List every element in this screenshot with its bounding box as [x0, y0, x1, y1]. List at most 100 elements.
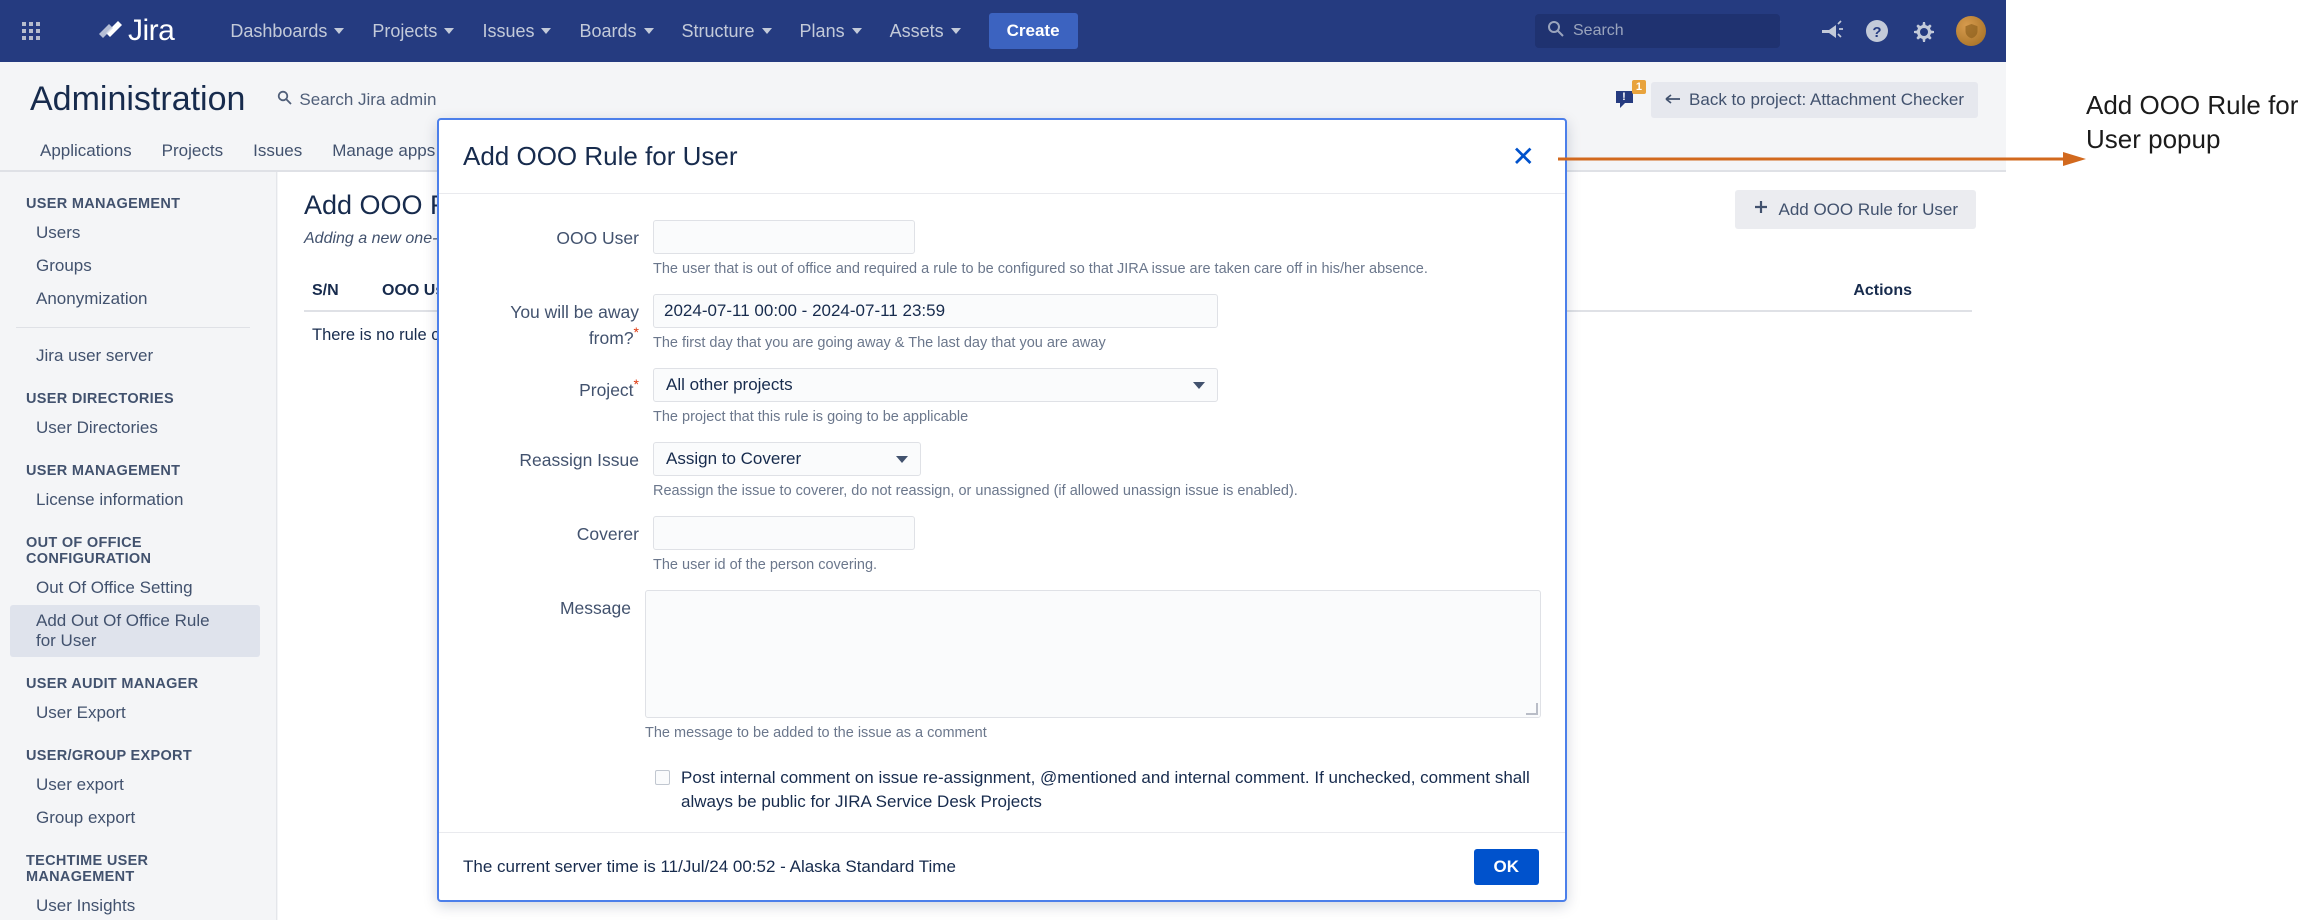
top-nav-items: Dashboards Projects Issues Boards Struct…	[216, 13, 1077, 50]
search-placeholder: Search	[1573, 22, 1624, 40]
settings-gear-icon[interactable]	[1902, 10, 1944, 52]
chevron-down-icon	[896, 456, 908, 463]
sidebar-item-add-out-of-office-rule-for-user[interactable]: Add Out Of Office Rule for User	[10, 605, 260, 657]
jira-logo[interactable]: Jira	[96, 14, 174, 48]
nav-item-assets[interactable]: Assets	[876, 13, 975, 50]
field-row-message: Message The message to be added to the i…	[463, 590, 1541, 754]
sidebar-heading-user-audit-manager: USER AUDIT MANAGER	[0, 670, 276, 696]
sidebar-heading-user-management: USER MANAGEMENT	[0, 190, 276, 216]
field-row-internal-comment: Post internal comment on issue re-assign…	[463, 766, 1541, 814]
nav-item-dashboards[interactable]: Dashboards	[216, 13, 358, 50]
dialog-title: Add OOO Rule for User	[463, 141, 738, 172]
sidebar-divider	[16, 327, 250, 328]
sidebar-item-user-export[interactable]: User export	[10, 769, 260, 801]
tab-applications[interactable]: Applications	[26, 135, 146, 170]
admin-search-link[interactable]: Search Jira admin	[277, 90, 436, 110]
back-to-project-button[interactable]: Back to project: Attachment Checker	[1651, 82, 1978, 118]
chevron-down-icon	[1193, 382, 1205, 389]
nav-label: Dashboards	[230, 21, 327, 42]
field-row-coverer: Coverer The user id of the person coveri…	[463, 516, 1541, 586]
away-from-date-input[interactable]: 2024-07-11 00:00 - 2024-07-11 23:59	[653, 294, 1218, 328]
sidebar-item-groups[interactable]: Groups	[10, 250, 260, 282]
ok-button[interactable]: OK	[1474, 849, 1540, 885]
nav-item-issues[interactable]: Issues	[468, 13, 565, 50]
field-control-ooo-user: The user that is out of office and requi…	[653, 220, 1541, 290]
label-coverer: Coverer	[463, 516, 653, 586]
sidebar-heading-out-of-office-configuration: OUT OF OFFICE CONFIGURATION	[0, 529, 276, 571]
notification-icon[interactable]: ! 1	[1613, 86, 1641, 114]
jira-app-window: Jira Dashboards Projects Issues Boards S…	[0, 0, 2006, 920]
annotation-text: Add OOO Rule for User popup	[2086, 88, 2301, 157]
chevron-down-icon	[444, 28, 454, 34]
internal-comment-checkbox[interactable]	[655, 770, 670, 785]
back-to-project-label: Back to project: Attachment Checker	[1689, 90, 1964, 110]
notification-badge: 1	[1632, 80, 1646, 94]
sidebar-item-user-insights[interactable]: User Insights	[10, 890, 260, 920]
nav-item-projects[interactable]: Projects	[358, 13, 468, 50]
dialog-body: OOO User The user that is out of office …	[439, 194, 1565, 832]
search-input[interactable]: Search	[1535, 14, 1780, 48]
nav-item-plans[interactable]: Plans	[786, 13, 876, 50]
coverer-input[interactable]	[653, 516, 915, 550]
nav-item-boards[interactable]: Boards	[565, 13, 667, 50]
field-row-ooo-user: OOO User The user that is out of office …	[463, 220, 1541, 290]
label-message: Message	[463, 590, 645, 754]
sidebar-spacer	[0, 835, 276, 847]
sidebar-item-out-of-office-setting[interactable]: Out Of Office Setting	[10, 572, 260, 604]
sidebar-item-group-export[interactable]: Group export	[10, 802, 260, 834]
sidebar-item-user-directories[interactable]: User Directories	[10, 412, 260, 444]
avatar[interactable]	[1956, 16, 1986, 46]
sidebar-item-users[interactable]: Users	[10, 217, 260, 249]
top-nav-right-group: Search ?	[1535, 10, 2006, 52]
top-navigation-bar: Jira Dashboards Projects Issues Boards S…	[0, 0, 2006, 62]
column-actions: Actions	[1504, 272, 1972, 311]
nav-item-structure[interactable]: Structure	[668, 13, 786, 50]
nav-label: Assets	[890, 21, 944, 42]
help-coverer: The user id of the person covering.	[653, 557, 1541, 573]
close-icon[interactable]: ✕	[1512, 143, 1535, 171]
chevron-down-icon	[644, 28, 654, 34]
nav-label: Boards	[579, 21, 636, 42]
page-title: Administration	[30, 80, 245, 119]
field-row-project: Project* All other projects The project …	[463, 368, 1541, 438]
tab-projects[interactable]: Projects	[148, 135, 237, 170]
project-select[interactable]: All other projects	[653, 368, 1218, 402]
sidebar-spacer	[0, 658, 276, 670]
help-icon[interactable]: ?	[1856, 10, 1898, 52]
sidebar-spacer	[0, 517, 276, 529]
field-control-away-from: 2024-07-11 00:00 - 2024-07-11 23:59 The …	[653, 294, 1541, 364]
create-button[interactable]: Create	[989, 13, 1078, 49]
plus-icon	[1753, 199, 1769, 220]
sidebar-item-anonymization[interactable]: Anonymization	[10, 283, 260, 315]
search-icon	[1547, 20, 1564, 42]
sidebar-item-license-information[interactable]: License information	[10, 484, 260, 516]
tab-manage-apps[interactable]: Manage apps	[318, 135, 449, 170]
reassign-issue-select[interactable]: Assign to Coverer	[653, 442, 921, 476]
field-row-away-from: You will be away from?* 2024-07-11 00:00…	[463, 294, 1541, 364]
jira-logo-icon	[96, 18, 122, 44]
admin-header-right: ! 1 Back to project: Attachment Checker	[1613, 82, 2006, 118]
dialog-footer: The current server time is 11/Jul/24 00:…	[439, 832, 1565, 900]
nav-label: Structure	[682, 21, 755, 42]
sidebar-heading-user-management-2: USER MANAGEMENT	[0, 457, 276, 483]
help-reassign-issue: Reassign the issue to coverer, do not re…	[653, 483, 1541, 499]
help-message: The message to be added to the issue as …	[645, 725, 1541, 741]
sidebar-spacer	[0, 730, 276, 742]
apps-grid-icon[interactable]	[22, 22, 40, 40]
reassign-issue-select-value: Assign to Coverer	[666, 449, 801, 469]
add-rule-label: Add OOO Rule for User	[1778, 200, 1958, 220]
sidebar-heading-user-group-export: USER/GROUP EXPORT	[0, 742, 276, 768]
tab-issues[interactable]: Issues	[239, 135, 316, 170]
chevron-down-icon	[852, 28, 862, 34]
sidebar-item-user-export-audit[interactable]: User Export	[10, 697, 260, 729]
sidebar-spacer	[0, 445, 276, 457]
ooo-user-input[interactable]	[653, 220, 915, 254]
add-ooo-rule-for-user-button[interactable]: Add OOO Rule for User	[1735, 190, 1976, 229]
megaphone-icon[interactable]	[1810, 10, 1852, 52]
server-time-text: The current server time is 11/Jul/24 00:…	[463, 857, 956, 877]
message-textarea[interactable]	[645, 590, 1541, 718]
project-select-value: All other projects	[666, 375, 793, 395]
label-reassign-issue: Reassign Issue	[463, 442, 653, 512]
svg-text:!: !	[1622, 91, 1626, 103]
sidebar-item-jira-user-server[interactable]: Jira user server	[10, 340, 260, 372]
